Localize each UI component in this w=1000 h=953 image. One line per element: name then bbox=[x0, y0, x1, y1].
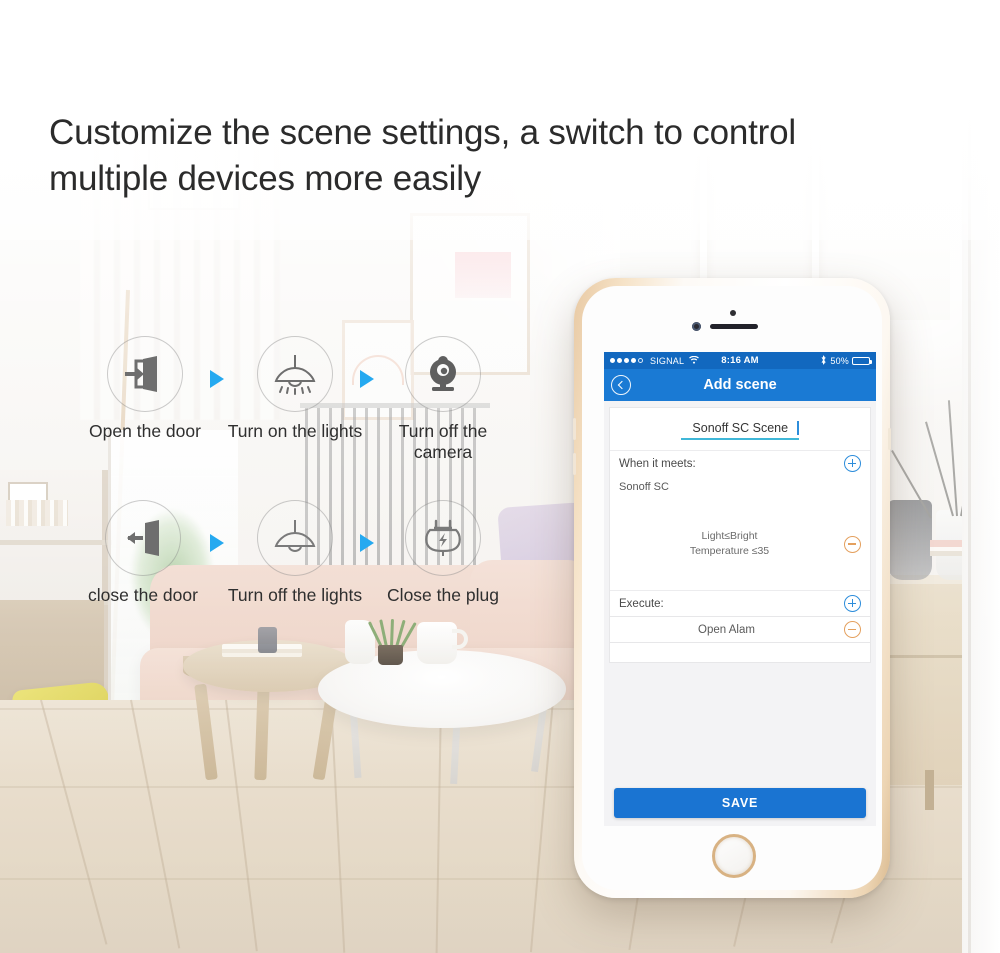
trigger-device-row[interactable]: Sonoff SC bbox=[610, 476, 870, 498]
action-name-label: Open Alam bbox=[698, 623, 755, 636]
flow-step-label: Turn off the camera bbox=[398, 421, 488, 462]
phone-screen: SIGNAL 8:16 AM 50% Add scene Sonoff SC S… bbox=[604, 352, 876, 826]
add-action-button[interactable] bbox=[844, 595, 861, 612]
flow-step-close-the-plug: Close the plug bbox=[368, 500, 518, 606]
proximity-sensor-icon bbox=[730, 310, 736, 316]
phone-front: SIGNAL 8:16 AM 50% Add scene Sonoff SC S… bbox=[582, 286, 882, 890]
remove-action-button[interactable] bbox=[844, 621, 861, 638]
smartphone-mockup: SIGNAL 8:16 AM 50% Add scene Sonoff SC S… bbox=[573, 278, 891, 898]
when-it-meets-row: When it meets: bbox=[610, 450, 870, 476]
text-cursor bbox=[797, 421, 799, 435]
wall-edge bbox=[968, 0, 971, 953]
drinking-glass bbox=[258, 627, 277, 653]
bluetooth-icon bbox=[820, 354, 827, 367]
condition-line-1: Light≤Bright bbox=[701, 530, 758, 542]
save-area: SAVE bbox=[609, 788, 871, 826]
scene-form-card: When it meets: Sonoff SC Light≤Bright Te… bbox=[609, 407, 871, 617]
power-button[interactable] bbox=[888, 428, 891, 450]
flow-step-label: Turn off the lights bbox=[227, 585, 363, 605]
wifi-icon bbox=[689, 355, 700, 366]
flow-step-label: Open the door bbox=[89, 421, 201, 441]
flow-step-open-the-door: Open the door bbox=[70, 336, 220, 442]
front-camera-icon bbox=[692, 322, 701, 331]
home-button[interactable] bbox=[712, 834, 756, 878]
pendant-lamp-off-icon bbox=[257, 500, 333, 576]
pendant-lamp-on-icon bbox=[257, 336, 333, 412]
back-button[interactable] bbox=[611, 375, 631, 395]
earpiece-speaker bbox=[710, 324, 758, 329]
signal-strength-icon bbox=[610, 358, 643, 363]
screen-content: When it meets: Sonoff SC Light≤Bright Te… bbox=[604, 401, 876, 826]
condition-line-2: Temperature ≤35 bbox=[689, 545, 770, 557]
webcam-icon bbox=[405, 336, 481, 412]
scene-name-row bbox=[610, 408, 870, 450]
door-open-icon bbox=[107, 336, 183, 412]
volume-button[interactable] bbox=[573, 418, 576, 440]
flow-step-label: Turn on the lights bbox=[227, 421, 363, 441]
condition-row: Light≤Bright Temperature ≤35 bbox=[610, 498, 870, 590]
potted-plant bbox=[367, 617, 417, 665]
flow-step-turn-off-the-lights: Turn off the lights bbox=[220, 500, 370, 606]
flow-step-turn-on-the-lights: Turn on the lights bbox=[220, 336, 370, 442]
flow-step-close-the-door: close the door bbox=[68, 500, 218, 606]
page-headline: Customize the scene settings, a switch t… bbox=[49, 113, 796, 198]
volume-button[interactable] bbox=[573, 453, 576, 475]
page-title: Add scene bbox=[703, 377, 777, 393]
execute-label: Execute: bbox=[619, 597, 664, 610]
battery-percent-label: 50% bbox=[830, 355, 850, 366]
status-bar: SIGNAL 8:16 AM 50% bbox=[604, 352, 876, 369]
status-time: 8:16 AM bbox=[721, 355, 759, 366]
carrier-label: SIGNAL bbox=[650, 355, 685, 366]
trigger-device-label: Sonoff SC bbox=[619, 481, 669, 493]
battery-icon bbox=[852, 356, 873, 365]
action-list-item[interactable]: Open Alam bbox=[609, 617, 871, 643]
promo-banner: Customize the scene settings, a switch t… bbox=[0, 0, 1000, 953]
condition-text: Light≤Bright Temperature ≤35 bbox=[619, 529, 844, 559]
chevron-left-icon bbox=[617, 380, 627, 390]
remove-condition-button[interactable] bbox=[844, 535, 861, 553]
flow-step-label: Close the plug bbox=[387, 585, 499, 605]
navigation-bar: Add scene bbox=[604, 369, 876, 401]
shelf-books bbox=[6, 500, 68, 526]
add-condition-button[interactable] bbox=[844, 455, 861, 472]
when-it-meets-label: When it meets: bbox=[619, 457, 696, 470]
wall-art-pink bbox=[455, 252, 511, 298]
power-plug-icon bbox=[405, 500, 481, 576]
flow-step-turn-off-the-camera: Turn off the camera bbox=[368, 336, 518, 463]
white-jug bbox=[417, 622, 457, 664]
save-button[interactable]: SAVE bbox=[614, 788, 866, 818]
execute-row: Execute: bbox=[610, 590, 870, 616]
flow-step-label: close the door bbox=[88, 585, 198, 605]
scene-name-input[interactable] bbox=[681, 418, 800, 440]
list-spacer bbox=[609, 643, 871, 663]
door-close-icon bbox=[105, 500, 181, 576]
